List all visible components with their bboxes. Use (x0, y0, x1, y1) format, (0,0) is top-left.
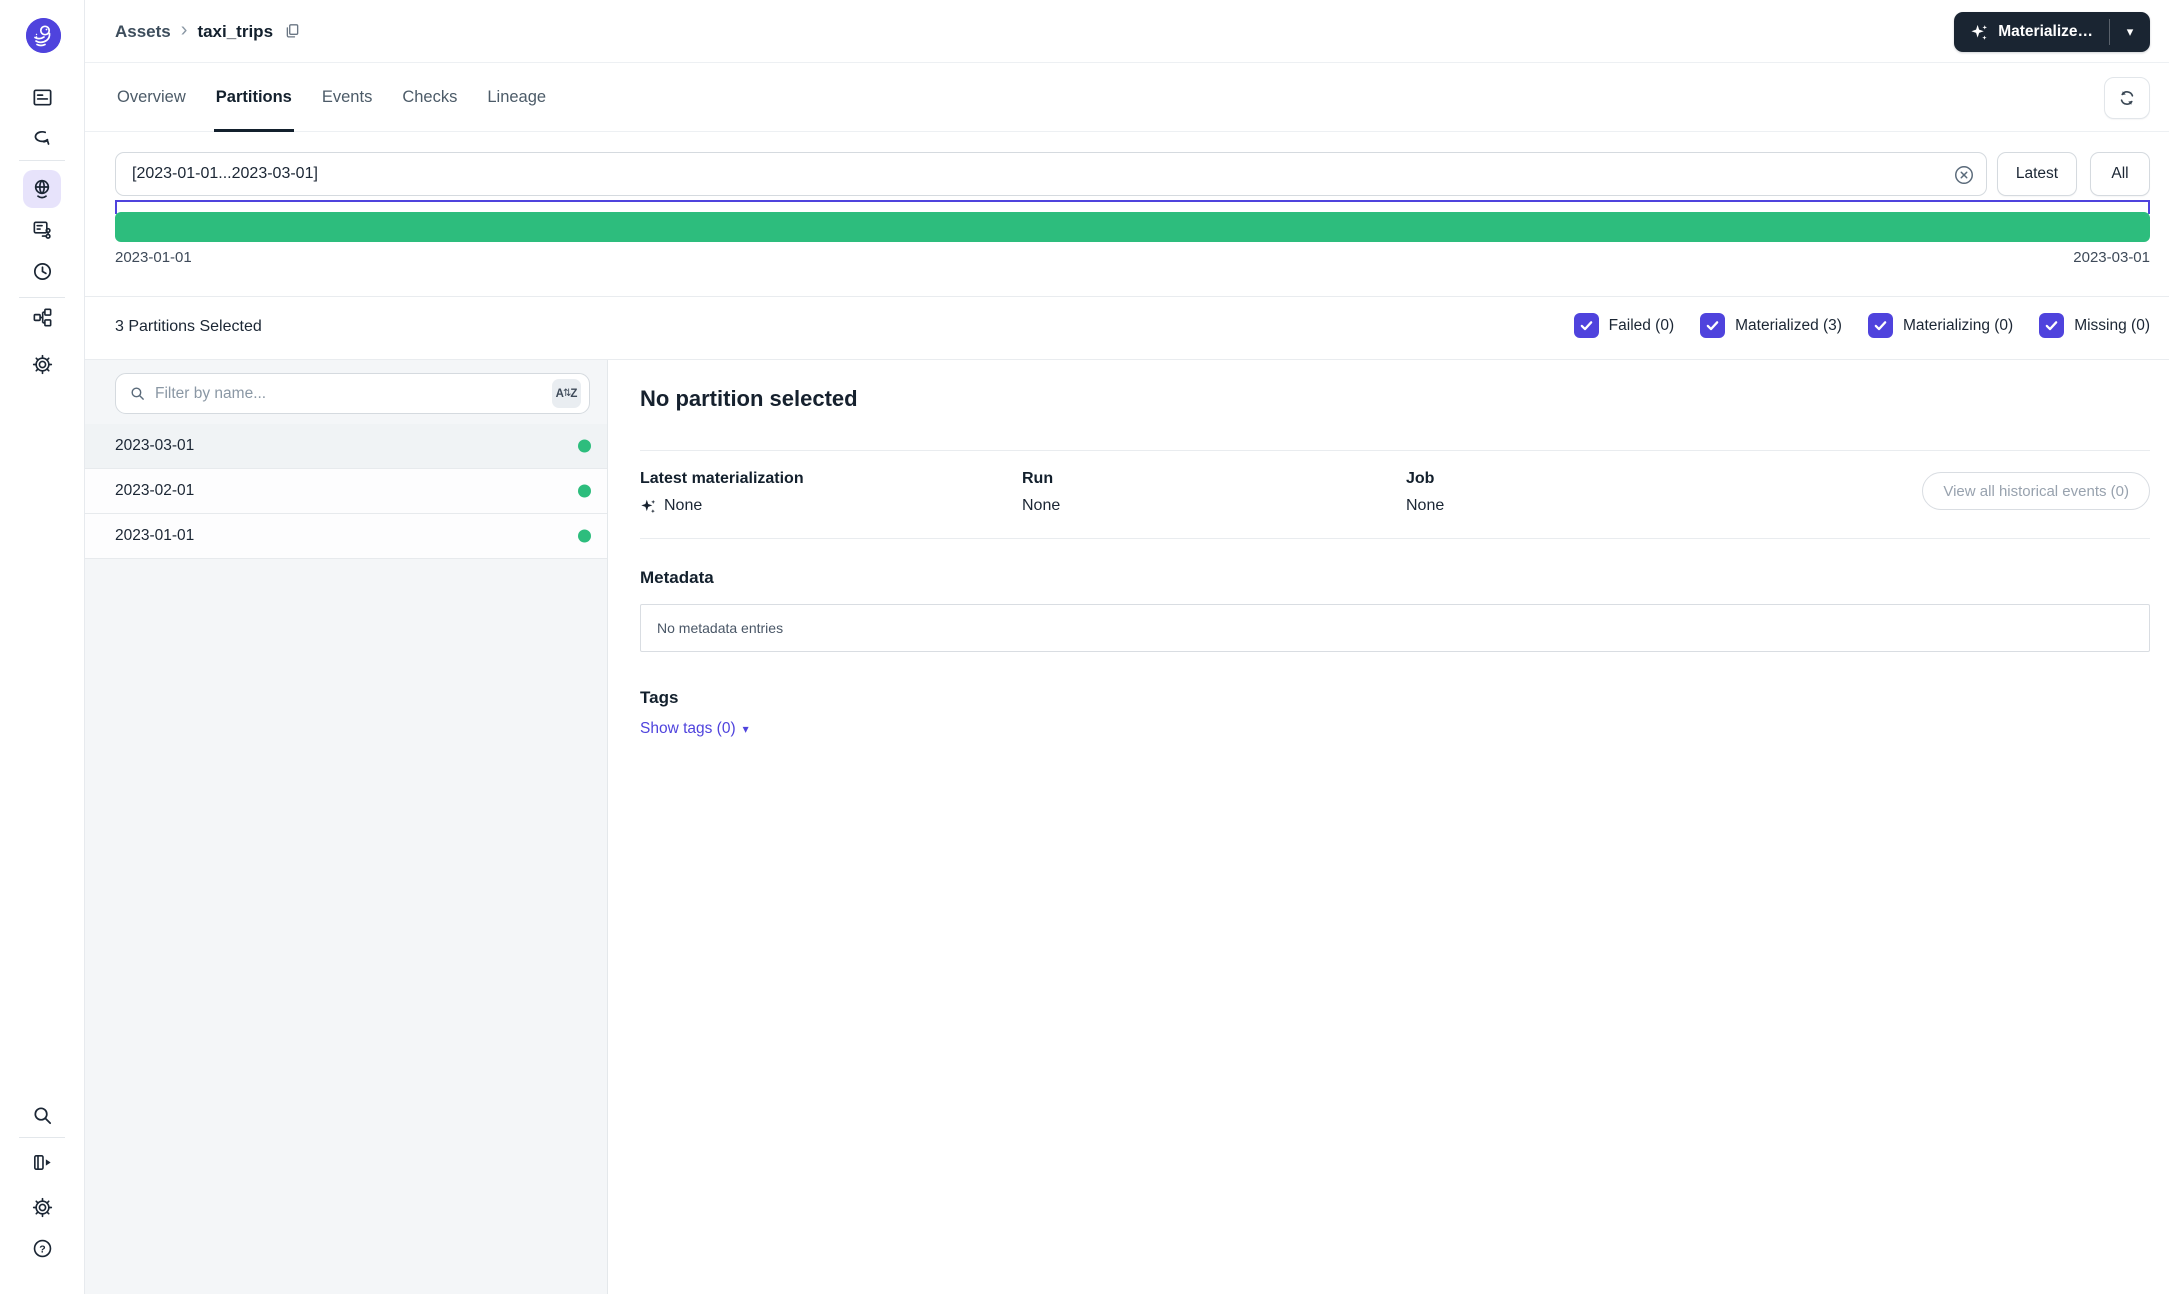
breadcrumb-chevron-icon: › (181, 20, 188, 43)
status-filters: Failed (0) Materialized (3) Materializin… (1574, 313, 2150, 338)
filter-materializing-label: Materializing (0) (1903, 317, 2013, 335)
run-value: None (1022, 497, 1060, 515)
jobs-icon[interactable] (30, 217, 54, 241)
metadata-empty-box: No metadata entries (640, 604, 2150, 652)
partition-range-input[interactable] (115, 152, 1987, 196)
copy-icon[interactable] (283, 22, 302, 41)
show-tags-link[interactable]: Show tags (0) ▾ (640, 720, 749, 738)
rail-divider (19, 297, 65, 298)
filter-materialized[interactable]: Materialized (3) (1700, 313, 1842, 338)
left-icon-rail: ? (0, 0, 85, 1294)
user-settings-icon[interactable] (30, 1195, 54, 1219)
checkbox-checked (1868, 313, 1893, 338)
all-button[interactable]: All (2090, 152, 2150, 196)
partition-list: 2023-03-01 2023-02-01 2023-01-01 (85, 424, 607, 559)
sort-z-glyph: Z (570, 388, 577, 400)
materialization-info-row: Latest materialization None Run None (640, 470, 2150, 534)
dagster-logo[interactable] (26, 18, 61, 53)
chevron-down-icon: ▾ (743, 722, 749, 736)
partition-list-panel: A⇅Z 2023-03-01 2023-02-01 2023-01-01 (85, 360, 608, 1294)
job-col: Job None (1406, 470, 1444, 515)
partition-detail-panel: No partition selected Latest materializa… (608, 360, 2169, 1294)
tab-lineage[interactable]: Lineage (485, 63, 548, 131)
checkbox-checked (1700, 313, 1725, 338)
overview-icon[interactable] (30, 85, 54, 109)
detail-divider (640, 538, 2150, 539)
tags-heading: Tags (640, 688, 678, 708)
partition-bar-dates: 2023-01-01 2023-03-01 (115, 249, 2150, 266)
green-dot (578, 440, 591, 453)
tabs: Overview Partitions Events Checks Lineag… (115, 63, 548, 131)
clear-circle-icon[interactable] (1952, 163, 1976, 187)
selection-summary-row: 3 Partitions Selected Failed (0) Materia… (85, 297, 2169, 360)
green-dot (578, 530, 591, 543)
expand-panel-icon[interactable] (30, 1150, 54, 1174)
bar-end-date: 2023-03-01 (2073, 249, 2150, 266)
checkbox-checked (1574, 313, 1599, 338)
asset-partitions-page: ? Assets › taxi_trips (0, 0, 2169, 1294)
bar-start-date: 2023-01-01 (115, 249, 192, 266)
sparkle-icon (1970, 23, 1989, 42)
breadcrumb: Assets › taxi_trips (115, 0, 302, 63)
filter-failed[interactable]: Failed (0) (1574, 313, 1674, 338)
partition-row-label: 2023-03-01 (115, 437, 194, 455)
green-dot (578, 485, 591, 498)
metadata-heading: Metadata (640, 568, 714, 588)
partition-row[interactable]: 2023-01-01 (85, 514, 607, 559)
filter-materialized-label: Materialized (3) (1735, 317, 1842, 335)
assets-icon[interactable] (30, 177, 54, 201)
help-icon[interactable]: ? (30, 1236, 54, 1260)
partition-filter: A⇅Z (115, 373, 590, 414)
sort-az-button[interactable]: A⇅Z (552, 379, 581, 408)
partition-row[interactable]: 2023-02-01 (85, 469, 607, 514)
tab-events[interactable]: Events (320, 63, 374, 131)
partitions-selected-count: 3 Partitions Selected (115, 318, 262, 336)
partition-row[interactable]: 2023-03-01 (85, 424, 607, 469)
page-header: Assets › taxi_trips Materiali (85, 0, 2169, 63)
rail-divider (19, 1137, 65, 1138)
tab-checks[interactable]: Checks (400, 63, 459, 131)
schedules-icon[interactable] (30, 259, 54, 283)
rail-divider (19, 160, 65, 161)
filter-by-name-input[interactable] (155, 385, 543, 403)
detail-divider (640, 450, 2150, 451)
materialize-button-label: Materialize… (1998, 23, 2093, 41)
latest-button[interactable]: Latest (1997, 152, 2077, 196)
tab-overview[interactable]: Overview (115, 63, 188, 131)
breadcrumb-assets-link[interactable]: Assets (115, 22, 171, 42)
show-tags-label: Show tags (0) (640, 720, 736, 738)
job-label: Job (1406, 470, 1444, 488)
view-historical-events-button[interactable]: View all historical events (0) (1922, 472, 2150, 510)
partition-row-label: 2023-02-01 (115, 482, 194, 500)
latest-materialization-value: None (664, 497, 702, 515)
materialize-button[interactable]: Materialize… ▾ (1954, 12, 2150, 52)
svg-text:?: ? (39, 1243, 45, 1255)
run-col: Run None (1022, 470, 1060, 515)
search-icon (129, 385, 146, 402)
runs-icon[interactable] (30, 125, 54, 149)
filter-missing[interactable]: Missing (0) (2039, 313, 2150, 338)
sparkle-icon (640, 498, 657, 515)
partition-row-label: 2023-01-01 (115, 527, 194, 545)
asset-name: taxi_trips (197, 22, 273, 42)
metadata-empty-text: No metadata entries (657, 620, 783, 636)
filter-materializing[interactable]: Materializing (0) (1868, 313, 2013, 338)
deployment-icon[interactable] (30, 305, 54, 329)
filter-failed-label: Failed (0) (1609, 317, 1674, 335)
checkbox-checked (2039, 313, 2064, 338)
search-icon[interactable] (30, 1103, 54, 1127)
partition-health-bar[interactable] (115, 212, 2150, 242)
settings-icon[interactable] (30, 352, 54, 376)
tab-partitions[interactable]: Partitions (214, 63, 294, 131)
run-label: Run (1022, 470, 1060, 488)
refresh-button[interactable] (2104, 77, 2150, 119)
job-value: None (1406, 497, 1444, 515)
latest-materialization-label: Latest materialization (640, 470, 804, 488)
materialize-dropdown-caret[interactable]: ▾ (2110, 12, 2150, 52)
detail-title: No partition selected (640, 386, 858, 412)
tabs-row: Overview Partitions Events Checks Lineag… (85, 63, 2169, 132)
latest-materialization-col: Latest materialization None (640, 470, 804, 515)
filter-missing-label: Missing (0) (2074, 317, 2150, 335)
materialize-button-main[interactable]: Materialize… (1954, 12, 2109, 52)
